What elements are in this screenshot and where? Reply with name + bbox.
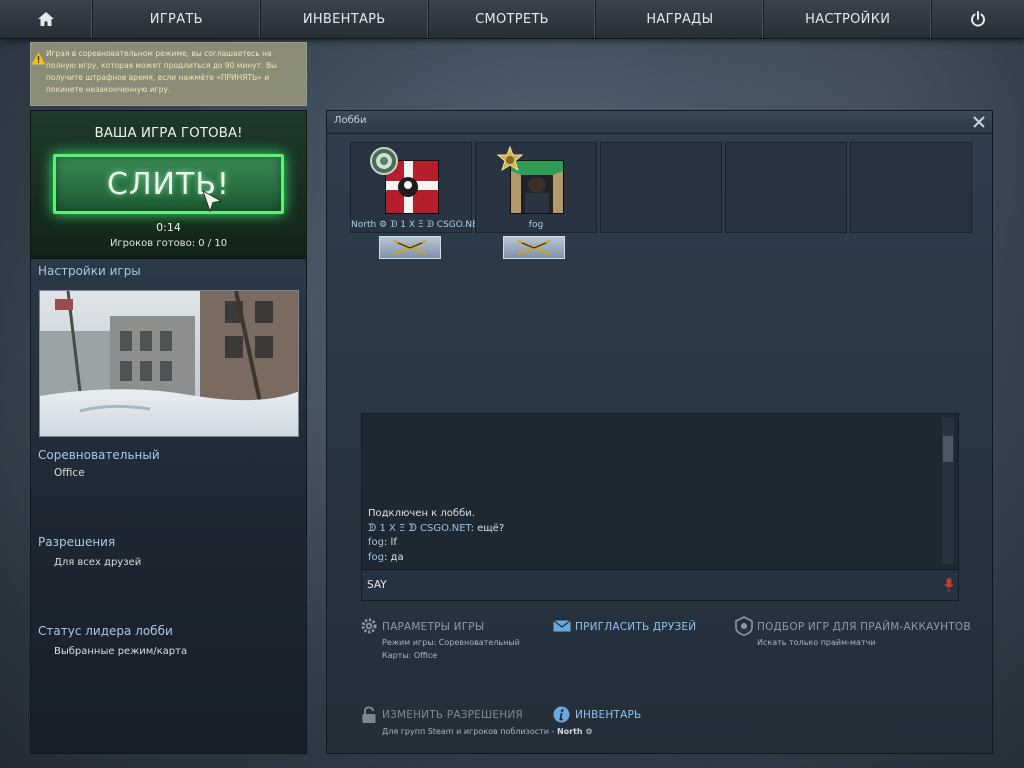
accept-timer: 0:14 <box>156 221 181 234</box>
accept-match-button[interactable]: СЛИТЬ! <box>53 154 284 214</box>
map-line: Карты: Office <box>382 651 438 660</box>
chat-line: fog: lf <box>368 537 397 548</box>
microphone-icon[interactable] <box>944 577 954 593</box>
map-preview-image <box>39 290 299 437</box>
prime-matchmaking-button[interactable]: ПОДБОР ИГР ДЛЯ ПРАЙМ-АККАУНТОВ <box>757 621 971 633</box>
nav-inventory[interactable]: ИНВЕНТАРЬ <box>261 0 429 38</box>
chat-line: ᗫ 1 Ⅹ Ξ ᗫ CSGO.NET: ещё? <box>368 522 505 534</box>
empty-player-slot[interactable] <box>600 142 722 233</box>
home-icon <box>37 12 54 26</box>
game-mode-line: Режим игры: Соревновательный <box>382 638 520 647</box>
prime-matchmaking-sub: Искать только прайм-матчи <box>757 638 876 647</box>
home-button[interactable] <box>0 0 93 38</box>
player-slot-2[interactable]: fog <box>475 142 597 233</box>
power-button[interactable] <box>932 0 1024 38</box>
power-icon <box>971 11 986 27</box>
player-name: fog <box>528 220 544 230</box>
padlock-icon[interactable] <box>361 706 377 724</box>
inventory-button[interactable]: ИНВЕНТАРЬ <box>575 709 641 721</box>
mouse-cursor-icon <box>202 190 223 213</box>
invite-friends-button[interactable]: ПРИГЛАСИТЬ ДРУЗЕЙ <box>575 621 696 633</box>
map-name: Office <box>54 467 85 479</box>
gear-icon[interactable] <box>360 617 378 635</box>
player-slot-1[interactable]: North ⚙ ᗫ 1 Ⅹ Ξ ᗫ CSGO.NET <box>350 142 484 233</box>
lobby-panel: Лобби North ⚙ ᗫ 1 Ⅹ Ξ ᗫ CSGO.NET fog Под… <box>326 110 993 754</box>
chat-line: fog: да <box>368 551 404 563</box>
envelope-icon[interactable] <box>553 620 571 632</box>
rank-medal-icon <box>370 147 398 175</box>
warning-text: Играя в соревновательном режиме, вы согл… <box>46 49 277 94</box>
warning-triangle-icon <box>31 52 46 65</box>
permissions-heading: Разрешения <box>38 535 116 549</box>
service-medal-icon <box>496 146 524 172</box>
empty-player-slot[interactable] <box>725 142 847 233</box>
crossed-rifles-icon <box>517 239 551 256</box>
info-icon[interactable] <box>553 706 570 723</box>
lobby-leader-heading: Статус лидера лобби <box>38 624 173 638</box>
skill-group-badge-1 <box>379 236 441 259</box>
player-name: North ⚙ ᗫ 1 Ⅹ Ξ ᗫ CSGO.NET <box>351 220 484 230</box>
game-params-button[interactable]: ПАРАМЕТРЫ ИГРЫ <box>382 621 484 633</box>
chat-log: Подключен к лобби. ᗫ 1 Ⅹ Ξ ᗫ CSGO.NET: е… <box>368 507 504 565</box>
close-icon[interactable] <box>970 113 988 131</box>
nav-settings[interactable]: НАСТРОЙКИ <box>764 0 933 38</box>
skill-group-badge-2 <box>503 236 565 259</box>
chat-line: Подключен к лобби. <box>368 508 475 519</box>
empty-player-slot[interactable] <box>850 142 972 233</box>
game-settings-panel: Настройки игры Соревновательный Office Р… <box>30 258 307 754</box>
scrollbar-thumb[interactable] <box>943 436 953 462</box>
players-ready-count: Игроков готово: 0 / 10 <box>109 238 228 249</box>
chat-scrollbar[interactable] <box>942 418 954 564</box>
map-office-picture <box>40 291 298 436</box>
game-mode-heading: Соревновательный <box>38 448 160 462</box>
crossed-rifles-icon <box>393 239 427 256</box>
game-settings-heading: Настройки игры <box>38 264 141 278</box>
match-ready-title: ВАША ИГРА ГОТОВА! <box>94 125 243 141</box>
lobby-header: Лобби <box>327 111 992 134</box>
change-permissions-button[interactable]: ИЗМЕНИТЬ РАЗРЕШЕНИЯ <box>382 709 523 721</box>
match-ready-panel: ВАША ИГРА ГОТОВА! СЛИТЬ! 0:14 Игроков го… <box>30 110 307 258</box>
change-permissions-sub: Для групп Steam и игроков поблизости - N… <box>382 727 593 736</box>
top-nav: ИГРАТЬ ИНВЕНТАРЬ СМОТРЕТЬ НАГРАДЫ НАСТРО… <box>0 0 1024 39</box>
lobby-chat: Подключен к лобби. ᗫ 1 Ⅹ Ξ ᗫ CSGO.NET: е… <box>361 413 959 601</box>
chat-input[interactable]: SAY <box>362 569 958 600</box>
competitive-warning: Играя в соревновательном режиме, вы согл… <box>30 42 307 106</box>
nav-watch[interactable]: СМОТРЕТЬ <box>429 0 597 38</box>
permissions-value: Для всех друзей <box>54 557 142 568</box>
say-label: SAY <box>367 579 387 591</box>
lobby-leader-value: Выбранные режим/карта <box>54 646 188 657</box>
lobby-title: Лобби <box>334 115 367 126</box>
prime-emblem-icon[interactable] <box>735 616 753 636</box>
nav-play[interactable]: ИГРАТЬ <box>93 0 261 38</box>
warning-icon-wrap <box>31 43 46 105</box>
nav-awards[interactable]: НАГРАДЫ <box>596 0 765 38</box>
